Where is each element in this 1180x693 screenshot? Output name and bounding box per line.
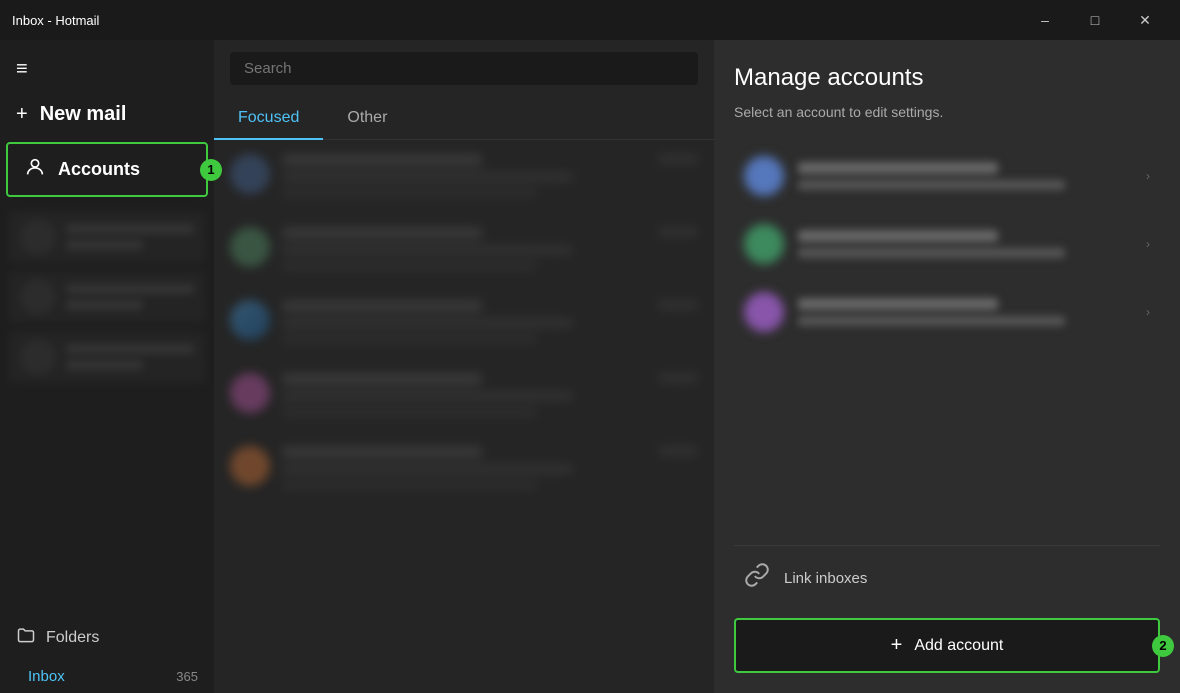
folders-label: Folders [46, 629, 99, 647]
middle-panel: Focused Other [214, 40, 714, 693]
chevron-right-icon: › [1146, 169, 1150, 183]
titlebar-title: Inbox - Hotmail [12, 13, 99, 28]
account-item[interactable]: › [734, 144, 1160, 208]
new-mail-button[interactable]: + New mail [0, 91, 214, 138]
mail-list [214, 140, 714, 693]
account-item[interactable]: › [734, 212, 1160, 276]
hamburger-icon[interactable]: ≡ [0, 48, 214, 91]
sidebar: ≡ + New mail Accounts 1 [0, 40, 214, 693]
list-item [8, 271, 206, 323]
account-list: › › › [734, 144, 1160, 537]
titlebar: Inbox - Hotmail – □ ✕ [0, 0, 1180, 40]
inbox-label: Inbox [28, 668, 65, 685]
inbox-item[interactable]: Inbox 365 [0, 660, 214, 693]
titlebar-controls: – □ ✕ [1022, 4, 1168, 36]
add-account-plus-icon: + [891, 634, 903, 657]
folder-icon [16, 625, 36, 650]
table-row [214, 432, 714, 505]
sidebar-mail-list [0, 201, 214, 615]
tab-focused[interactable]: Focused [214, 97, 323, 139]
list-item [8, 211, 206, 263]
accounts-button[interactable]: Accounts 1 [6, 142, 208, 197]
tab-other[interactable]: Other [323, 97, 411, 139]
chevron-right-icon: › [1146, 305, 1150, 319]
link-inboxes-label: Link inboxes [784, 570, 867, 587]
add-account-button[interactable]: + Add account 2 [734, 618, 1160, 673]
manage-accounts-subtitle: Select an account to edit settings. [734, 104, 1160, 120]
add-account-badge: 2 [1152, 635, 1174, 657]
table-row [214, 213, 714, 286]
minimize-button[interactable]: – [1022, 4, 1068, 36]
accounts-label: Accounts [58, 159, 140, 180]
inbox-count: 365 [176, 669, 198, 684]
chevron-right-icon: › [1146, 237, 1150, 251]
search-input[interactable] [230, 52, 698, 85]
close-button[interactable]: ✕ [1122, 4, 1168, 36]
table-row [214, 286, 714, 359]
list-item [8, 331, 206, 383]
link-icon [744, 562, 770, 594]
plus-icon: + [16, 103, 28, 126]
new-mail-label: New mail [40, 103, 127, 126]
table-row [214, 140, 714, 213]
folders-button[interactable]: Folders [0, 615, 214, 660]
table-row [214, 359, 714, 432]
account-item[interactable]: › [734, 280, 1160, 344]
person-icon [24, 156, 46, 183]
main-layout: ≡ + New mail Accounts 1 [0, 40, 1180, 693]
link-inboxes-button[interactable]: Link inboxes [734, 545, 1160, 610]
manage-accounts-panel: Manage accounts Select an account to edi… [714, 40, 1180, 693]
manage-accounts-title: Manage accounts [734, 64, 1160, 92]
add-account-label: Add account [914, 637, 1003, 655]
tabs-bar: Focused Other [214, 97, 714, 140]
maximize-button[interactable]: □ [1072, 4, 1118, 36]
search-bar [214, 40, 714, 97]
